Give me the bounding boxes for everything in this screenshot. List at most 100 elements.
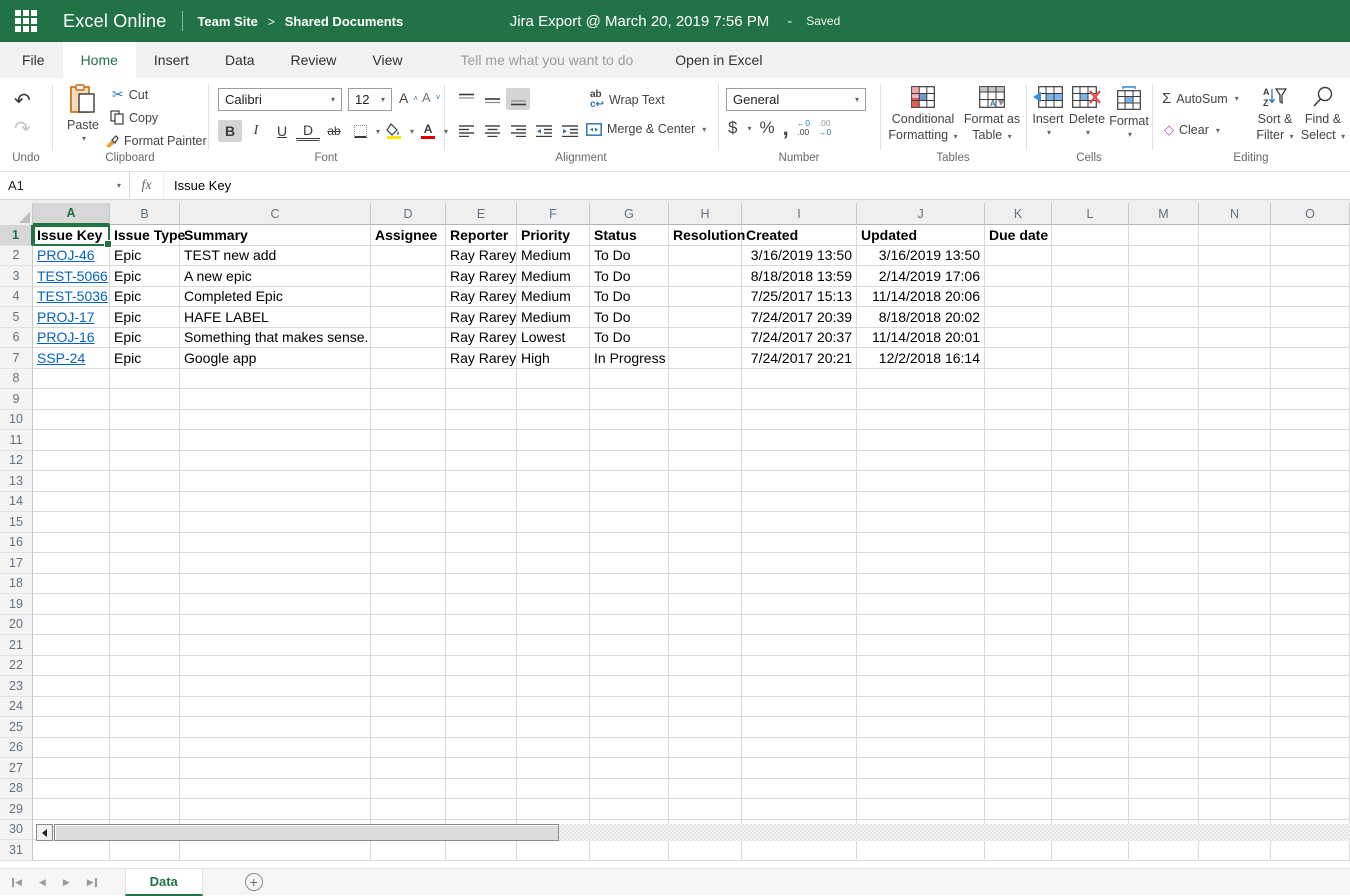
cell-M10[interactable] — [1129, 410, 1199, 431]
cell-A10[interactable] — [33, 410, 110, 431]
row-header-14[interactable]: 14 — [0, 492, 33, 513]
cell-I15[interactable] — [742, 512, 857, 533]
cell-B3[interactable]: Epic — [110, 266, 180, 287]
cell-H4[interactable] — [669, 287, 742, 308]
cell-B13[interactable] — [110, 471, 180, 492]
decrease-decimal-button[interactable]: .00→0 — [818, 119, 831, 138]
cell-G16[interactable] — [590, 533, 669, 554]
cell-I22[interactable] — [742, 656, 857, 677]
cell-A2[interactable]: PROJ-46 — [33, 246, 110, 267]
cell-A5[interactable]: PROJ-17 — [33, 307, 110, 328]
autosum-button[interactable]: Σ AutoSum ▾ — [1162, 90, 1239, 107]
cell-G3[interactable]: To Do — [590, 266, 669, 287]
font-color-button[interactable]: A — [416, 120, 440, 142]
cell-N23[interactable] — [1199, 676, 1271, 697]
cell-H15[interactable] — [669, 512, 742, 533]
column-header-B[interactable]: B — [110, 203, 180, 225]
cell-D13[interactable] — [371, 471, 446, 492]
first-sheet-button[interactable]: ◀ — [12, 877, 22, 888]
cell-K6[interactable] — [985, 328, 1052, 349]
cell-I26[interactable] — [742, 738, 857, 759]
cell-B31[interactable] — [110, 840, 180, 861]
cell-C28[interactable] — [180, 779, 371, 800]
cell-N31[interactable] — [1199, 840, 1271, 861]
cell-F23[interactable] — [517, 676, 590, 697]
cell-O16[interactable] — [1271, 533, 1350, 554]
cell-C6[interactable]: Something that makes sense. — [180, 328, 371, 349]
cell-I17[interactable] — [742, 553, 857, 574]
column-header-I[interactable]: I — [742, 203, 857, 225]
italic-button[interactable]: I — [244, 120, 268, 142]
column-header-G[interactable]: G — [590, 203, 669, 225]
cell-A28[interactable] — [33, 779, 110, 800]
cell-B8[interactable] — [110, 369, 180, 390]
cell-N8[interactable] — [1199, 369, 1271, 390]
cell-G21[interactable] — [590, 635, 669, 656]
cell-M12[interactable] — [1129, 451, 1199, 472]
column-header-K[interactable]: K — [985, 203, 1052, 225]
cell-F2[interactable]: Medium — [517, 246, 590, 267]
cell-M26[interactable] — [1129, 738, 1199, 759]
cell-J8[interactable] — [857, 369, 985, 390]
cell-O28[interactable] — [1271, 779, 1350, 800]
cell-N18[interactable] — [1199, 574, 1271, 595]
cell-H28[interactable] — [669, 779, 742, 800]
cell-L6[interactable] — [1052, 328, 1129, 349]
cell-E9[interactable] — [446, 389, 517, 410]
cell-J26[interactable] — [857, 738, 985, 759]
cell-O22[interactable] — [1271, 656, 1350, 677]
cell-L31[interactable] — [1052, 840, 1129, 861]
cell-L25[interactable] — [1052, 717, 1129, 738]
cell-M28[interactable] — [1129, 779, 1199, 800]
cell-O4[interactable] — [1271, 287, 1350, 308]
cell-M16[interactable] — [1129, 533, 1199, 554]
paste-dropdown-chevron[interactable]: ▾ — [82, 134, 86, 144]
cell-K18[interactable] — [985, 574, 1052, 595]
column-header-A[interactable]: A — [33, 203, 110, 225]
column-header-N[interactable]: N — [1199, 203, 1271, 225]
cell-H27[interactable] — [669, 758, 742, 779]
cell-E20[interactable] — [446, 615, 517, 636]
cell-I24[interactable] — [742, 697, 857, 718]
cell-B7[interactable]: Epic — [110, 348, 180, 369]
cell-A19[interactable] — [33, 594, 110, 615]
cell-I27[interactable] — [742, 758, 857, 779]
cell-C4[interactable]: Completed Epic — [180, 287, 371, 308]
cell-K19[interactable] — [985, 594, 1052, 615]
cell-K31[interactable] — [985, 840, 1052, 861]
cell-K14[interactable] — [985, 492, 1052, 513]
cell-A25[interactable] — [33, 717, 110, 738]
cell-C26[interactable] — [180, 738, 371, 759]
cell-D20[interactable] — [371, 615, 446, 636]
cell-E5[interactable]: Ray Rarey — [446, 307, 517, 328]
column-header-M[interactable]: M — [1129, 203, 1199, 225]
cell-N24[interactable] — [1199, 697, 1271, 718]
cell-H22[interactable] — [669, 656, 742, 677]
cell-D7[interactable] — [371, 348, 446, 369]
cell-B11[interactable] — [110, 430, 180, 451]
cell-H8[interactable] — [669, 369, 742, 390]
cell-F21[interactable] — [517, 635, 590, 656]
cell-C13[interactable] — [180, 471, 371, 492]
format-cells-button[interactable]: Format ▾ — [1108, 86, 1150, 140]
app-name[interactable]: Excel Online — [63, 11, 166, 32]
cell-O5[interactable] — [1271, 307, 1350, 328]
cell-L8[interactable] — [1052, 369, 1129, 390]
percent-style-button[interactable]: % — [759, 118, 774, 138]
row-header-31[interactable]: 31 — [0, 840, 33, 861]
cell-N7[interactable] — [1199, 348, 1271, 369]
cell-M22[interactable] — [1129, 656, 1199, 677]
cell-C29[interactable] — [180, 799, 371, 820]
cell-E21[interactable] — [446, 635, 517, 656]
cell-G13[interactable] — [590, 471, 669, 492]
align-right-button[interactable] — [506, 120, 530, 142]
cell-J27[interactable] — [857, 758, 985, 779]
cell-C19[interactable] — [180, 594, 371, 615]
cell-E25[interactable] — [446, 717, 517, 738]
row-header-27[interactable]: 27 — [0, 758, 33, 779]
cell-A31[interactable] — [33, 840, 110, 861]
cell-L16[interactable] — [1052, 533, 1129, 554]
cell-B28[interactable] — [110, 779, 180, 800]
cell-I14[interactable] — [742, 492, 857, 513]
cell-C25[interactable] — [180, 717, 371, 738]
